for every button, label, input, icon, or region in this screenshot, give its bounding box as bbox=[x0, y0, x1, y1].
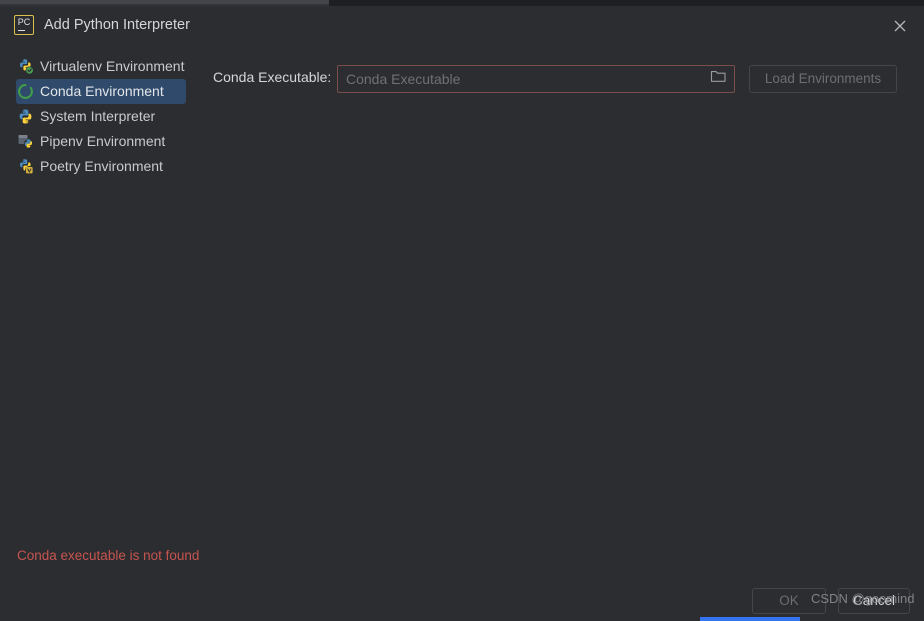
sidebar-item-label: Pipenv Environment bbox=[40, 133, 166, 149]
dialog-titlebar: PC Add Python Interpreter bbox=[0, 6, 924, 46]
pycharm-icon-underline bbox=[18, 29, 25, 31]
sidebar-item-poetry-environment[interactable]: Poetry Environment bbox=[16, 154, 186, 179]
cancel-button[interactable]: Cancel bbox=[838, 588, 910, 614]
poetry-icon bbox=[17, 158, 34, 175]
load-environments-button[interactable]: Load Environments bbox=[749, 65, 897, 93]
status-error-message: Conda executable is not found bbox=[17, 548, 200, 563]
browse-button[interactable] bbox=[710, 69, 732, 89]
sidebar-item-label: System Interpreter bbox=[40, 108, 156, 124]
folder-icon bbox=[710, 71, 726, 82]
close-icon bbox=[894, 20, 906, 32]
page-title: Add Python Interpreter bbox=[44, 17, 190, 33]
conda-executable-row: Conda Executable: Load Environments bbox=[0, 58, 924, 102]
ok-button[interactable]: OK bbox=[752, 588, 826, 614]
conda-executable-input[interactable] bbox=[338, 66, 706, 92]
dialog-footer: OK Cancel bbox=[0, 584, 924, 616]
sidebar-item-system-interpreter[interactable]: System Interpreter bbox=[16, 104, 186, 129]
conda-executable-field[interactable] bbox=[337, 65, 735, 93]
pycharm-icon: PC bbox=[14, 15, 34, 35]
pipenv-icon bbox=[17, 133, 34, 150]
close-button[interactable] bbox=[884, 12, 916, 40]
add-python-interpreter-dialog: PC Add Python Interpreter Virtualenv Env… bbox=[0, 6, 924, 614]
sidebar-item-label: Poetry Environment bbox=[40, 158, 163, 174]
python-icon bbox=[17, 108, 34, 125]
conda-executable-label: Conda Executable: bbox=[213, 69, 332, 85]
background-active-tab-indicator[interactable] bbox=[700, 617, 800, 621]
sidebar-item-pipenv-environment[interactable]: Pipenv Environment bbox=[16, 129, 186, 154]
pycharm-icon-text: PC bbox=[17, 17, 31, 27]
